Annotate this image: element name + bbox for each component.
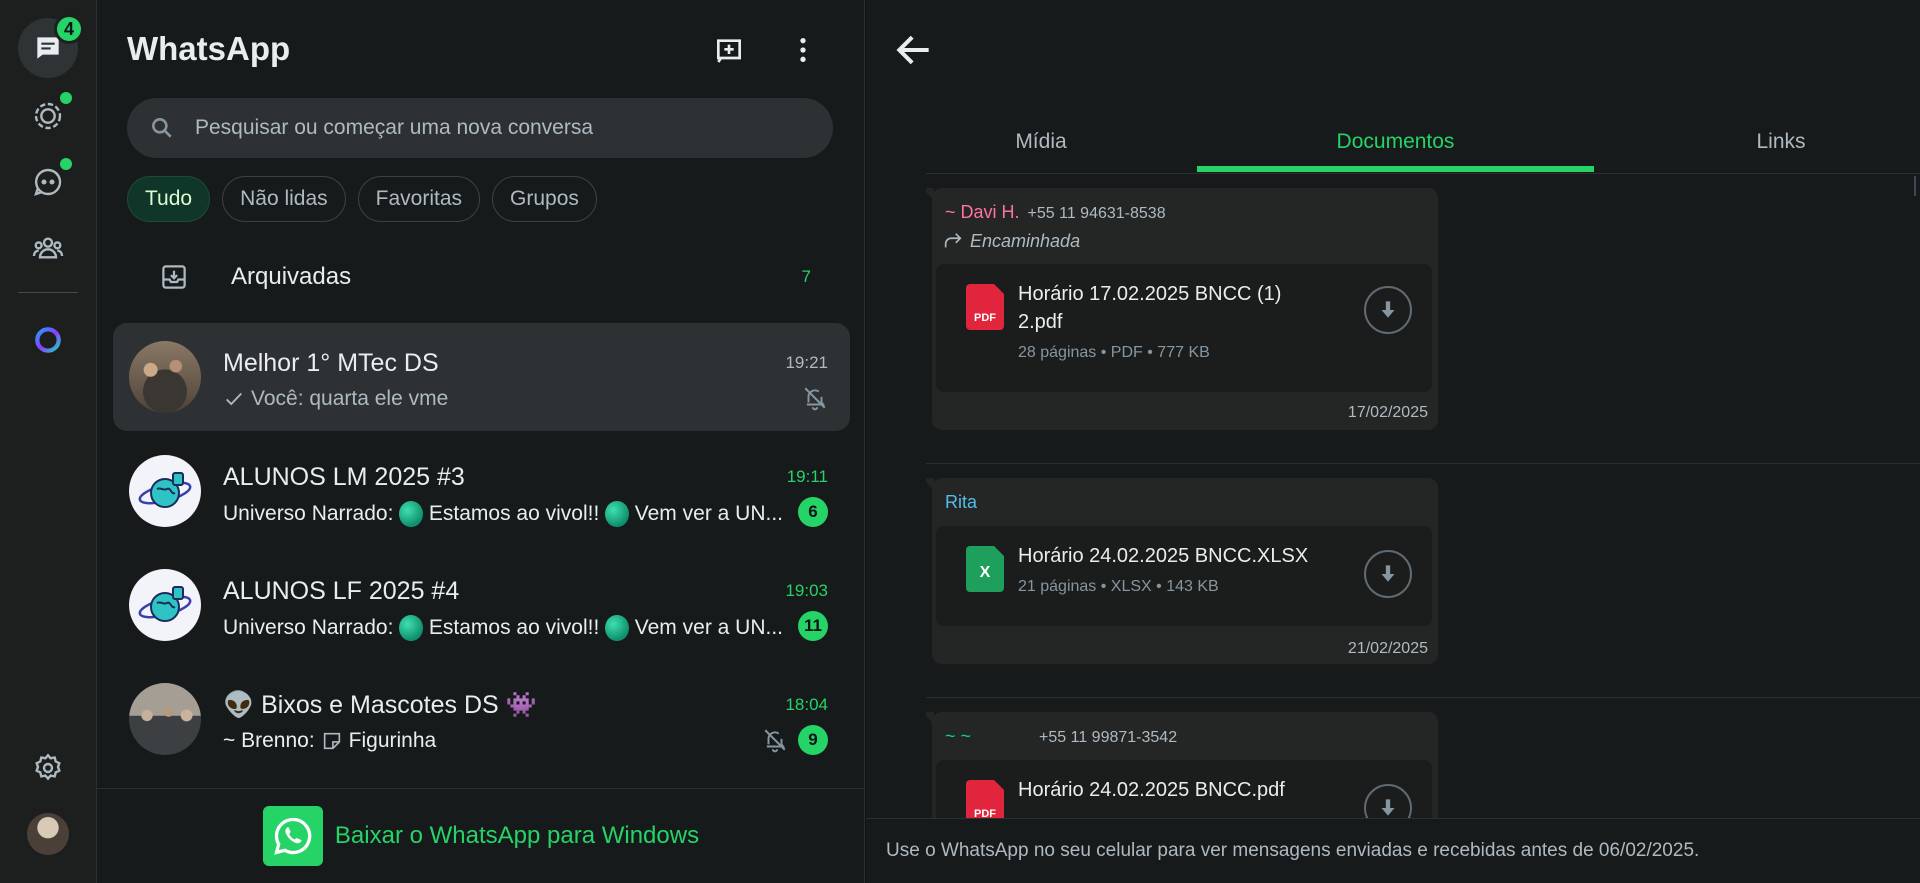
profile-avatar[interactable] <box>27 813 69 855</box>
media-panel: Mídia Documentos Links <box>866 0 1920 883</box>
more-vertical-icon <box>800 38 806 62</box>
download-app-banner[interactable]: Baixar o WhatsApp para Windows <box>97 788 865 883</box>
media-tabs: Mídia Documentos Links <box>926 110 1920 174</box>
download-app-link[interactable]: Baixar o WhatsApp para Windows <box>335 822 699 850</box>
chat-name: Melhor 1° MTec DS <box>223 349 439 377</box>
filter-chips: Tudo Não lidas Favoritas Grupos <box>127 176 597 222</box>
meta-ai-icon <box>35 327 61 353</box>
muted-bell-icon <box>804 387 826 411</box>
green-circle-emoji <box>399 615 423 641</box>
unread-badge: 6 <box>798 497 828 527</box>
archived-label: Arquivadas <box>231 263 352 290</box>
chat-preview-text: Estamos ao vivol!! <box>428 616 600 639</box>
unread-badge: 11 <box>798 611 828 641</box>
channels-nav-button[interactable] <box>18 152 78 212</box>
new-chat-icon <box>717 39 741 63</box>
chat-preview-text: Estamos ao vivol!! <box>428 502 600 525</box>
filter-chip-groups[interactable]: Grupos <box>492 176 597 222</box>
chat-item[interactable]: Melhor 1° MTec DS 19:21 Você: quarta ele… <box>113 323 850 431</box>
status-nav-button[interactable] <box>18 86 78 146</box>
chat-preview: ~ Brenno: Figurinha <box>223 729 783 753</box>
chat-preview: Universo Narrado: Estamos ao vivol!! Vem… <box>223 501 783 527</box>
chat-name: ALUNOS LM 2025 #3 <box>223 463 465 491</box>
communities-icon <box>32 237 64 259</box>
chats-unread-badge: 4 <box>54 14 84 44</box>
chat-time: 19:11 <box>786 467 828 486</box>
status-update-dot <box>60 92 72 104</box>
chat-avatar <box>129 341 201 413</box>
chat-avatar <box>129 455 201 527</box>
chat-list-panel: WhatsApp Tudo Não lidas Favoritas Grupos… <box>97 0 865 883</box>
chat-preview-text: Vem ver a UN... <box>634 502 783 525</box>
search-input[interactable] <box>195 116 795 140</box>
chat-preview-text: Vem ver a UN... <box>634 616 783 639</box>
chat-name: ALUNOS LF 2025 #4 <box>223 577 460 605</box>
chat-name: 👽 Bixos e Mascotes DS 👾 <box>223 691 537 720</box>
menu-button[interactable] <box>781 28 825 72</box>
chat-preview: Universo Narrado: Estamos ao vivol!! Vem… <box>223 615 783 641</box>
chat-preview: Você: quarta ele vme <box>223 387 783 411</box>
chat-preview-sender: Universo Narrado: <box>223 502 394 525</box>
chat-preview-sender: Universo Narrado: <box>223 616 394 639</box>
communities-nav-button[interactable] <box>18 218 78 278</box>
search-icon <box>152 118 172 138</box>
filter-chip-all[interactable]: Tudo <box>127 176 211 222</box>
new-chat-button[interactable] <box>707 28 751 72</box>
chat-item[interactable]: ALUNOS LM 2025 #3 19:11 Universo Narrado… <box>113 437 850 545</box>
channels-icon <box>34 168 62 196</box>
filter-chip-favorites[interactable]: Favoritas <box>357 176 481 222</box>
chats-nav-button[interactable]: 4 <box>18 14 84 78</box>
space-invader-emoji: 👾 <box>505 691 537 719</box>
archived-count: 7 <box>801 267 811 286</box>
tab-media[interactable]: Mídia <box>966 110 1116 174</box>
status-icon <box>34 102 62 130</box>
back-arrow-icon[interactable] <box>892 28 936 72</box>
search-bar[interactable] <box>127 98 833 158</box>
whatsapp-logo-icon <box>262 806 323 866</box>
channels-update-dot <box>60 158 72 170</box>
active-tab-indicator <box>1197 166 1594 172</box>
green-circle-emoji <box>605 615 629 641</box>
globe-logo-icon <box>138 472 192 508</box>
rail-divider <box>18 292 78 293</box>
gear-icon <box>35 753 61 781</box>
chat-avatar <box>129 683 201 755</box>
chat-time: 19:21 <box>785 353 828 372</box>
meta-ai-button[interactable] <box>18 310 78 370</box>
chat-name-text: Bixos e Mascotes DS <box>261 691 499 719</box>
archive-icon <box>162 265 186 289</box>
sent-check-icon <box>226 392 242 406</box>
green-circle-emoji <box>605 501 629 527</box>
sticker-icon <box>323 732 340 750</box>
globe-logo-icon <box>138 586 192 622</box>
app-title: WhatsApp <box>127 30 291 67</box>
chat-avatar <box>129 569 201 641</box>
archived-row[interactable]: Arquivadas 7 <box>127 248 833 306</box>
filter-chip-unread[interactable]: Não lidas <box>222 176 346 222</box>
chat-item[interactable]: ALUNOS LF 2025 #4 19:03 Universo Narrado… <box>113 551 850 659</box>
chat-preview-sender: ~ Brenno: <box>223 729 315 752</box>
navigation-rail: 4 <box>0 0 97 883</box>
unread-badge: 9 <box>798 725 828 755</box>
chat-time: 19:03 <box>785 581 828 600</box>
chat-preview-text: Figurinha <box>348 729 437 752</box>
chat-item[interactable]: 👽 Bixos e Mascotes DS 👾 18:04 ~ Brenno: … <box>113 665 850 773</box>
alien-emoji: 👽 <box>223 691 255 719</box>
tab-links[interactable]: Links <box>1706 110 1856 174</box>
tab-documents[interactable]: Documentos <box>1197 110 1594 174</box>
green-circle-emoji <box>399 501 423 527</box>
chat-preview-text: Você: quarta ele vme <box>251 387 449 410</box>
muted-bell-icon <box>764 729 786 753</box>
settings-nav-button[interactable] <box>18 738 78 798</box>
chat-time: 18:04 <box>785 695 828 714</box>
